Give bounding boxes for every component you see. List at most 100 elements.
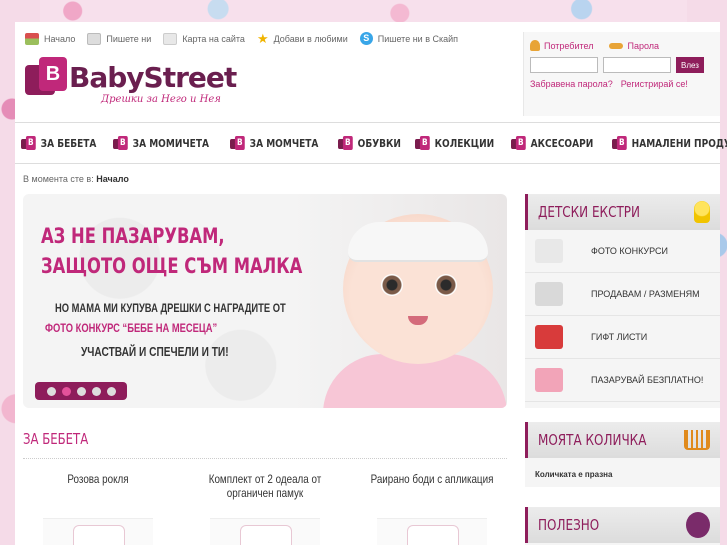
extras-item-label: ГИФТ ЛИСТИ [591, 332, 648, 342]
bag-icon [230, 136, 245, 150]
slider-dot[interactable] [106, 386, 116, 396]
main-nav: ЗА БЕБЕТА ЗА МОМИЧЕТА ЗА МОМЧЕТА ОБУВКИ … [15, 122, 727, 164]
baby-eye [435, 274, 457, 296]
product-image[interactable] [210, 518, 320, 545]
username-label: Потребител [530, 40, 593, 51]
baby-photo [323, 194, 507, 408]
extras-item-gift-lists[interactable]: ГИФТ ЛИСТИ [525, 316, 720, 359]
breadcrumb-prefix: В момента сте в: [23, 174, 94, 184]
slider-dots [35, 382, 127, 400]
banner-headline-2: ЗАЩОТО ОЩЕ СЪМ МАЛКА [41, 254, 303, 278]
slider-dot[interactable] [91, 386, 101, 396]
page: Начало Пишете ни Карта на сайта ★ Добави… [15, 22, 727, 545]
kids-extras-title: ДЕТСКИ ЕКСТРИ [538, 203, 640, 221]
cart-empty-text: Количката е празна [535, 470, 613, 479]
extras-item-sell-swap[interactable]: ПРОДАВАМ / РАЗМЕНЯМ [525, 273, 720, 316]
product-name[interactable]: Раирано боди с апликация [371, 472, 494, 508]
contact-link-label: Пишете ни [106, 33, 152, 44]
username-label-text: Потребител [544, 40, 594, 51]
register-link[interactable]: Регистрирай се! [621, 79, 688, 89]
home-link[interactable]: Начало [25, 32, 75, 45]
bag-icon [611, 136, 627, 150]
nav-label: НАМАЛЕНИ ПРОДУКТИ [631, 136, 727, 150]
login-box: Потребител Парола Влез Забравена парола?… [523, 32, 720, 116]
nav-item-accessories[interactable]: АКСЕСОАРИ [511, 136, 594, 150]
support-agent-icon [686, 512, 710, 538]
useful-panel: ПОЛЕЗНО [525, 507, 720, 545]
skype-icon: S [359, 32, 373, 45]
star-icon: ★ [256, 30, 269, 46]
cart-panel: МОЯТА КОЛИЧКА Количката е празна [525, 422, 720, 487]
extras-item-label: ПАЗАРУВАЙ БЕЗПЛАТНО! [591, 375, 704, 385]
section-title: ЗА БЕБЕТА [23, 430, 507, 459]
home-icon [25, 32, 39, 45]
extras-item-shop-free[interactable]: ПАЗАРУВАЙ БЕЗПЛАТНО! [525, 359, 720, 402]
extras-item-label: ПРОДАВАМ / РАЗМЕНЯМ [591, 289, 700, 299]
nav-item-shoes[interactable]: ОБУВКИ [337, 136, 401, 150]
cart-header: МОЯТА КОЛИЧКА [525, 422, 720, 458]
camera-icon [535, 239, 563, 263]
nav-label: ОБУВКИ [357, 136, 401, 150]
extras-item-photo-contests[interactable]: ФОТО КОНКУРСИ [525, 230, 720, 273]
product-name[interactable]: Розова рокля [37, 472, 160, 508]
site-logo[interactable]: B BabyStreet Дрешки за Него и Нея [25, 57, 237, 112]
home-link-label: Начало [44, 33, 76, 44]
product-name[interactable]: Комплект от 2 одеала от органичен памук [204, 472, 327, 508]
product-card[interactable]: Розова рокля [23, 472, 173, 545]
nav-item-collections[interactable]: КОЛЕКЦИИ [414, 136, 494, 150]
forgot-password-link[interactable]: Забравена парола? [530, 79, 613, 89]
password-label: Парола [609, 40, 659, 51]
banner-contest-name: “БЕБЕ НА МЕСЕЦА” [122, 321, 218, 335]
slider-dot[interactable] [61, 386, 71, 396]
slider-dot[interactable] [46, 386, 56, 396]
nav-item-boys[interactable]: ЗА МОМЧЕТА [230, 136, 318, 150]
useful-title: ПОЛЕЗНО [538, 516, 600, 534]
extras-item-label: ФОТО КОНКУРСИ [591, 246, 669, 256]
bag-icon [112, 136, 128, 150]
hero-banner[interactable]: АЗ НЕ ПАЗАРУВАМ, ЗАЩОТО ОЩЕ СЪМ МАЛКА НО… [23, 194, 507, 408]
baby-eye [381, 274, 403, 296]
password-label-text: Парола [627, 40, 660, 51]
sitemap-link-label: Карта на сайта [182, 33, 245, 44]
nav-item-sale[interactable]: НАМАЛЕНИ ПРОДУКТИ [611, 136, 727, 150]
user-icon [530, 40, 540, 51]
bag-icon [21, 136, 36, 150]
useful-header: ПОЛЕЗНО [525, 507, 720, 543]
key-icon [609, 42, 624, 49]
username-input[interactable] [530, 57, 598, 73]
password-input[interactable] [603, 57, 671, 73]
bag-icon [337, 136, 353, 150]
sitemap-icon [163, 32, 178, 45]
product-image[interactable] [377, 518, 487, 545]
banner-contest-label: ФОТО КОНКУРС [45, 321, 120, 335]
product-card[interactable]: Раирано боди с апликация [357, 472, 507, 545]
megaphone-icon [535, 282, 563, 306]
banner-text-1: НО МАМА МИ КУПУВА ДРЕШКИ С НАГРАДИТЕ ОТ [55, 301, 286, 315]
login-button[interactable]: Влез [676, 57, 704, 73]
nav-item-babies[interactable]: ЗА БЕБЕТА [21, 136, 96, 150]
skype-link-label: Пишете ни в Скайп [377, 33, 459, 44]
nav-item-girls[interactable]: ЗА МОМИЧЕТА [112, 136, 209, 150]
skype-link[interactable]: S Пишете ни в Скайп [359, 32, 459, 45]
nav-label: ЗА БЕБЕТА [40, 136, 97, 150]
favorites-link[interactable]: ★ Добави в любими [257, 32, 348, 45]
sitemap-link[interactable]: Карта на сайта [163, 32, 245, 45]
slider-dot[interactable] [76, 386, 86, 396]
banner-headline-1: АЗ НЕ ПАЗАРУВАМ, [41, 224, 225, 248]
gift-icon [535, 325, 563, 349]
top-links: Начало Пишете ни Карта на сайта ★ Добави… [25, 32, 458, 45]
product-image[interactable] [43, 518, 153, 545]
kids-extras-panel: ДЕТСКИ ЕКСТРИ ФОТО КОНКУРСИ ПРОДАВАМ / Р… [525, 194, 720, 408]
product-list: Розова рокля Комплект от 2 одеала от орг… [23, 472, 507, 545]
product-card[interactable]: Комплект от 2 одеала от органичен памук [190, 472, 340, 545]
section-title-text[interactable]: ЗА БЕБЕТА [23, 430, 88, 448]
banner-cta: УЧАСТВАЙ И СПЕЧЕЛИ И ТИ! [81, 344, 229, 359]
logo-bag-front-icon: B [39, 57, 67, 91]
nav-label: КОЛЕКЦИИ [434, 136, 494, 150]
lightbulb-icon [694, 201, 710, 223]
shopping-cart-icon[interactable] [684, 430, 710, 450]
logo-text: BabyStreet [69, 61, 237, 94]
cart-title: МОЯТА КОЛИЧКА [538, 431, 647, 449]
contact-link[interactable]: Пишете ни [87, 32, 151, 45]
breadcrumb-current[interactable]: Начало [96, 174, 129, 184]
